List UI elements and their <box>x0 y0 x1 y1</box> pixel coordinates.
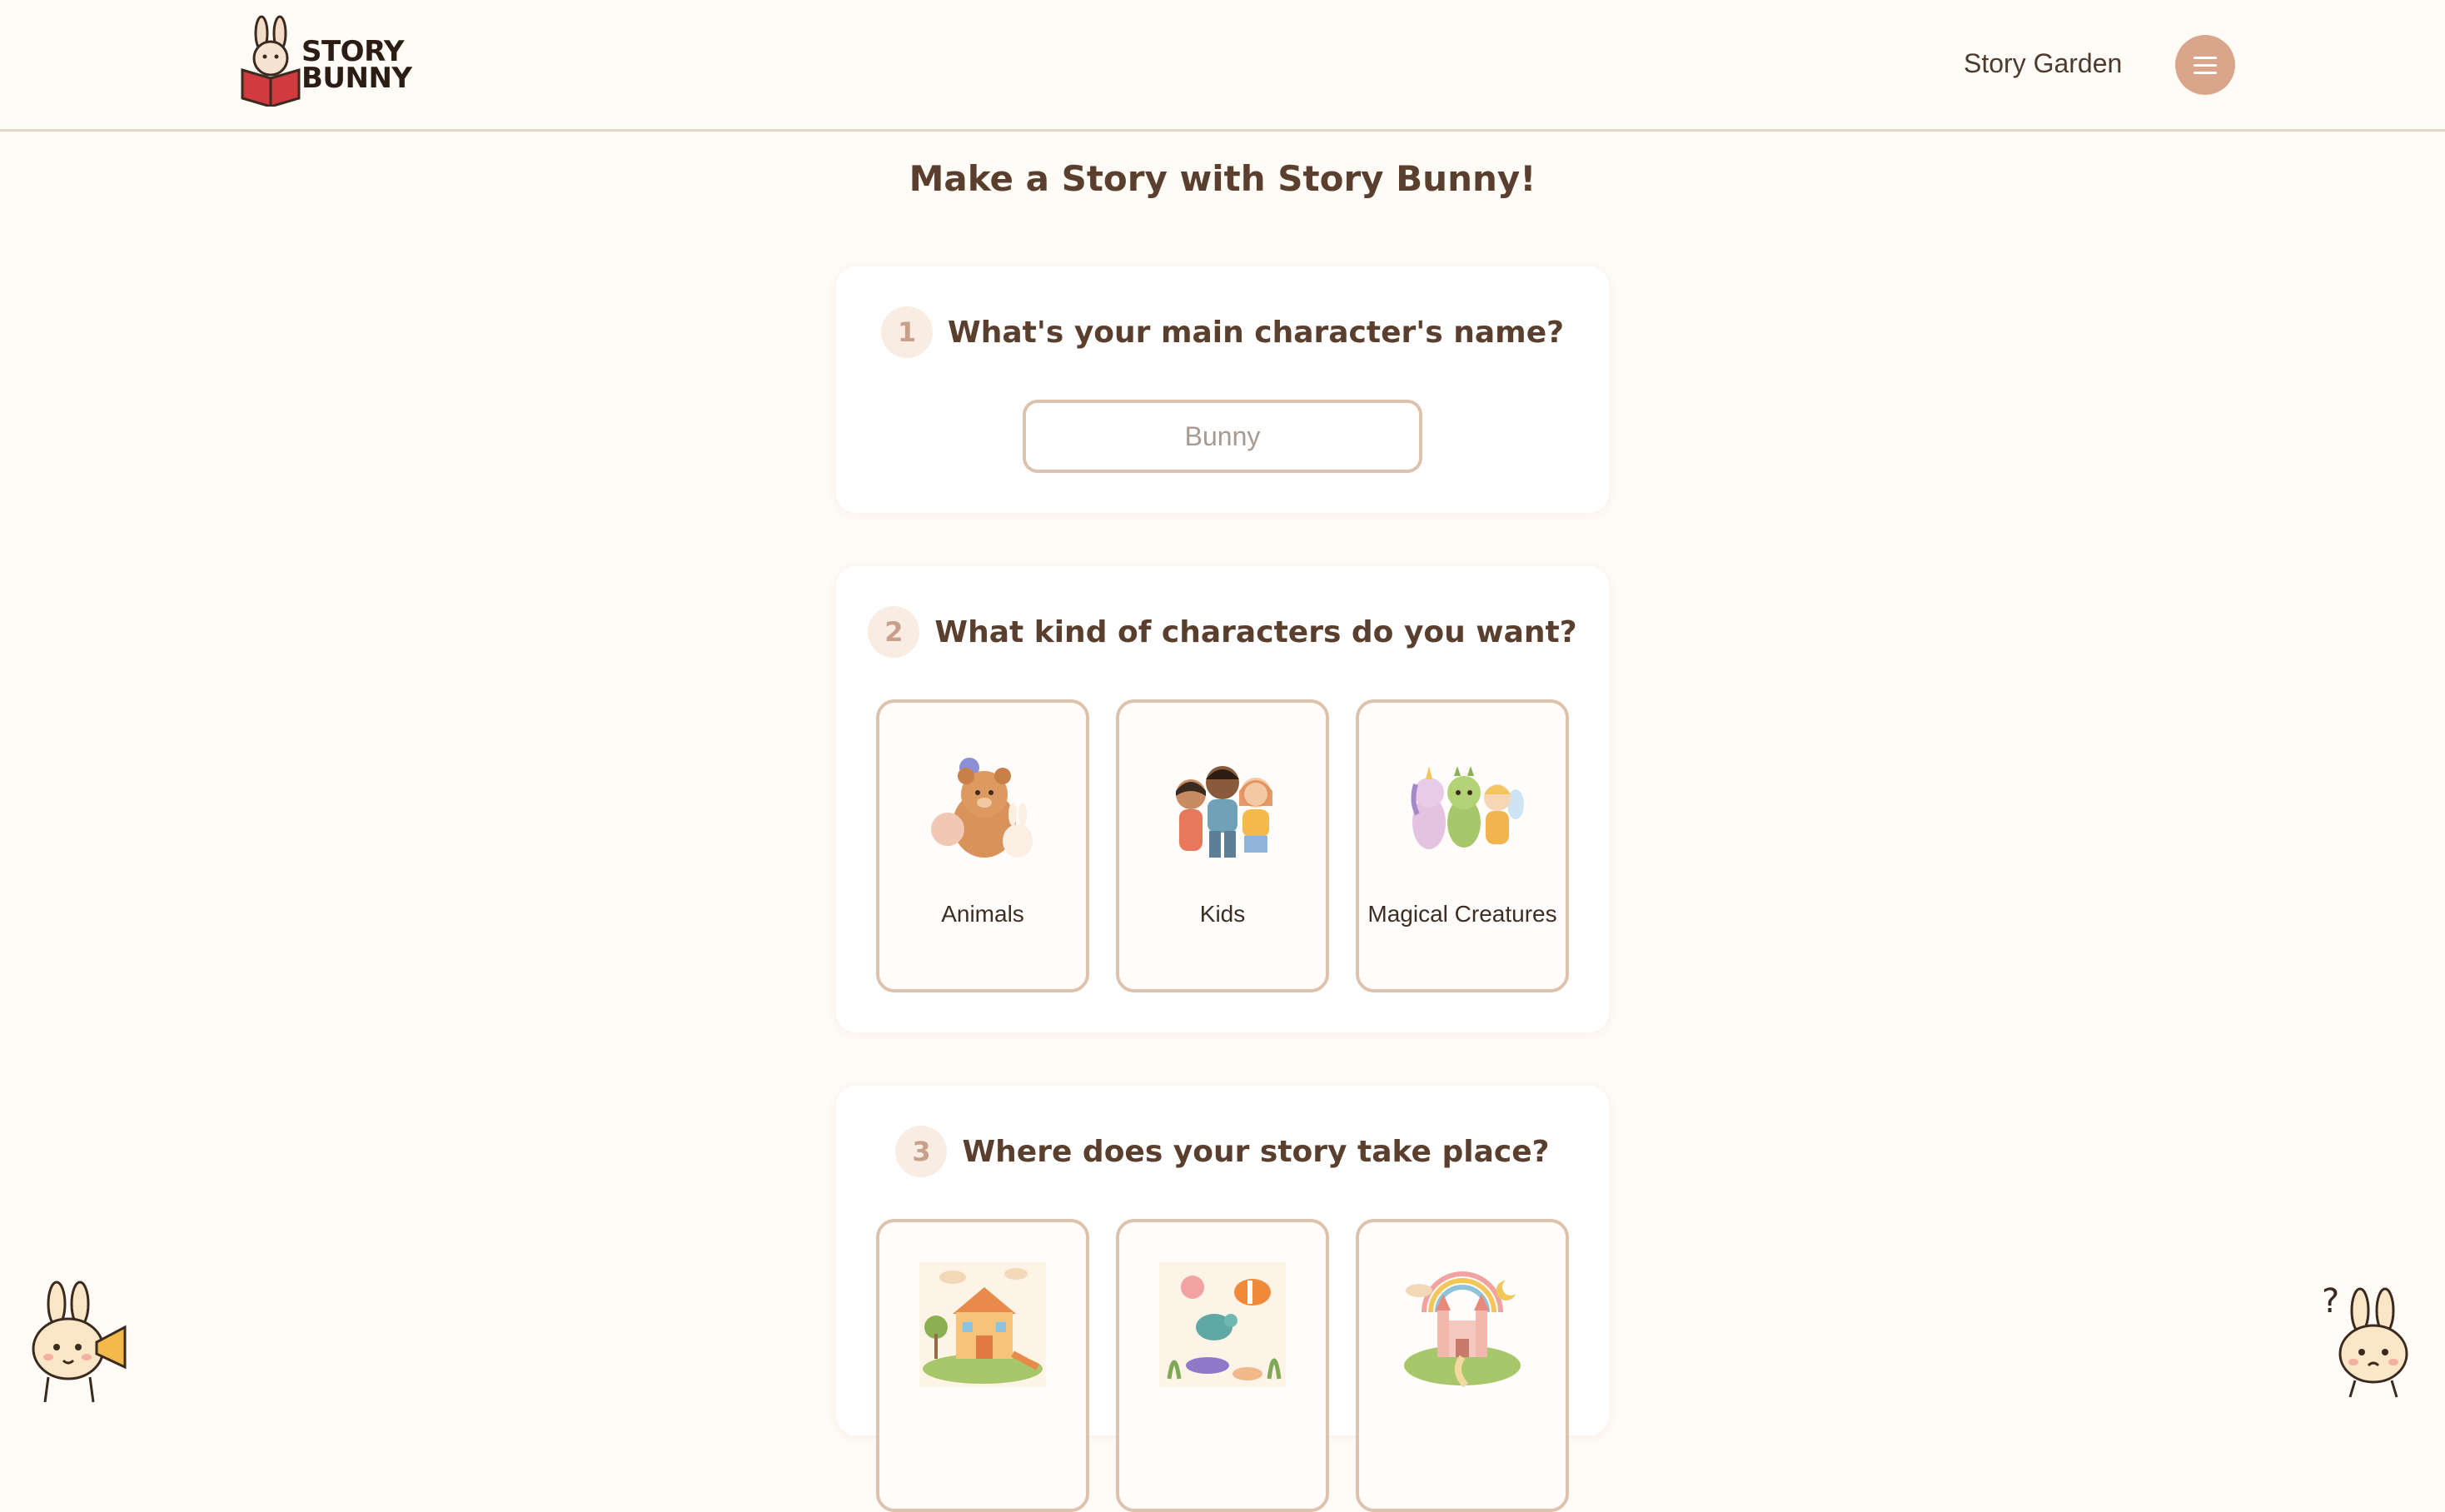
option-setting-castle[interactable] <box>1356 1219 1569 1512</box>
character-name-input[interactable] <box>1023 400 1422 473</box>
step-header: 3 Where does your story take place? <box>836 1126 1609 1177</box>
option-label: Kids <box>1199 901 1246 927</box>
step-header: 2 What kind of characters do you want? <box>836 606 1609 658</box>
step-number-badge: 3 <box>895 1126 948 1177</box>
hamburger-icon-bar <box>2194 72 2217 74</box>
bunny-megaphone-icon <box>32 1281 127 1403</box>
option-animals[interactable]: Animals <box>876 699 1089 992</box>
hamburger-icon-bar <box>2194 64 2217 67</box>
step-number-badge: 1 <box>881 306 933 358</box>
bunny-question-icon: ? <box>2322 1282 2408 1398</box>
step-question: What kind of characters do you want? <box>934 614 1577 649</box>
kids-illustration <box>1176 766 1272 858</box>
school-illustration <box>919 1262 1046 1387</box>
hamburger-icon <box>2194 57 2217 59</box>
castle-illustration <box>1404 1271 1521 1387</box>
animals-illustration <box>931 758 1033 858</box>
page-title: Make a Story with Story Bunny! <box>909 158 1536 199</box>
option-setting-ocean[interactable] <box>1116 1219 1329 1512</box>
step-card-name: 1 What's your main character's name? <box>836 266 1609 513</box>
bunny-megaphone-mascot[interactable] <box>23 1279 132 1408</box>
option-label: Magical Creatures <box>1367 901 1557 927</box>
option-kids[interactable]: Kids <box>1116 699 1329 992</box>
svg-text:?: ? <box>2322 1282 2339 1321</box>
option-magical-creatures[interactable]: Magical Creatures <box>1356 699 1569 992</box>
menu-button[interactable] <box>2175 35 2235 95</box>
logo-line-2: BUNNY <box>301 62 412 95</box>
top-header: STORY BUNNY Story Garden <box>0 0 2445 132</box>
option-label: Animals <box>941 901 1024 927</box>
ocean-illustration <box>1159 1262 1286 1387</box>
step-number-badge: 2 <box>868 606 920 658</box>
step-header: 1 What's your main character's name? <box>836 306 1609 358</box>
step-card-characters: 2 What kind of characters do you want? A… <box>836 566 1609 1032</box>
step-question: What's your main character's name? <box>948 315 1564 350</box>
step-card-setting: 3 Where does your story take place? <box>836 1086 1609 1512</box>
logo-wordmark: STORY BUNNY <box>301 37 412 95</box>
bunny-book-icon <box>241 15 301 108</box>
story-garden-link[interactable]: Story Garden <box>1964 48 2122 79</box>
magical-creatures-illustration <box>1411 766 1524 849</box>
option-setting-school[interactable] <box>876 1219 1089 1512</box>
bunny-question-mascot[interactable]: ? <box>2317 1282 2417 1403</box>
step-question: Where does your story take place? <box>962 1134 1550 1169</box>
